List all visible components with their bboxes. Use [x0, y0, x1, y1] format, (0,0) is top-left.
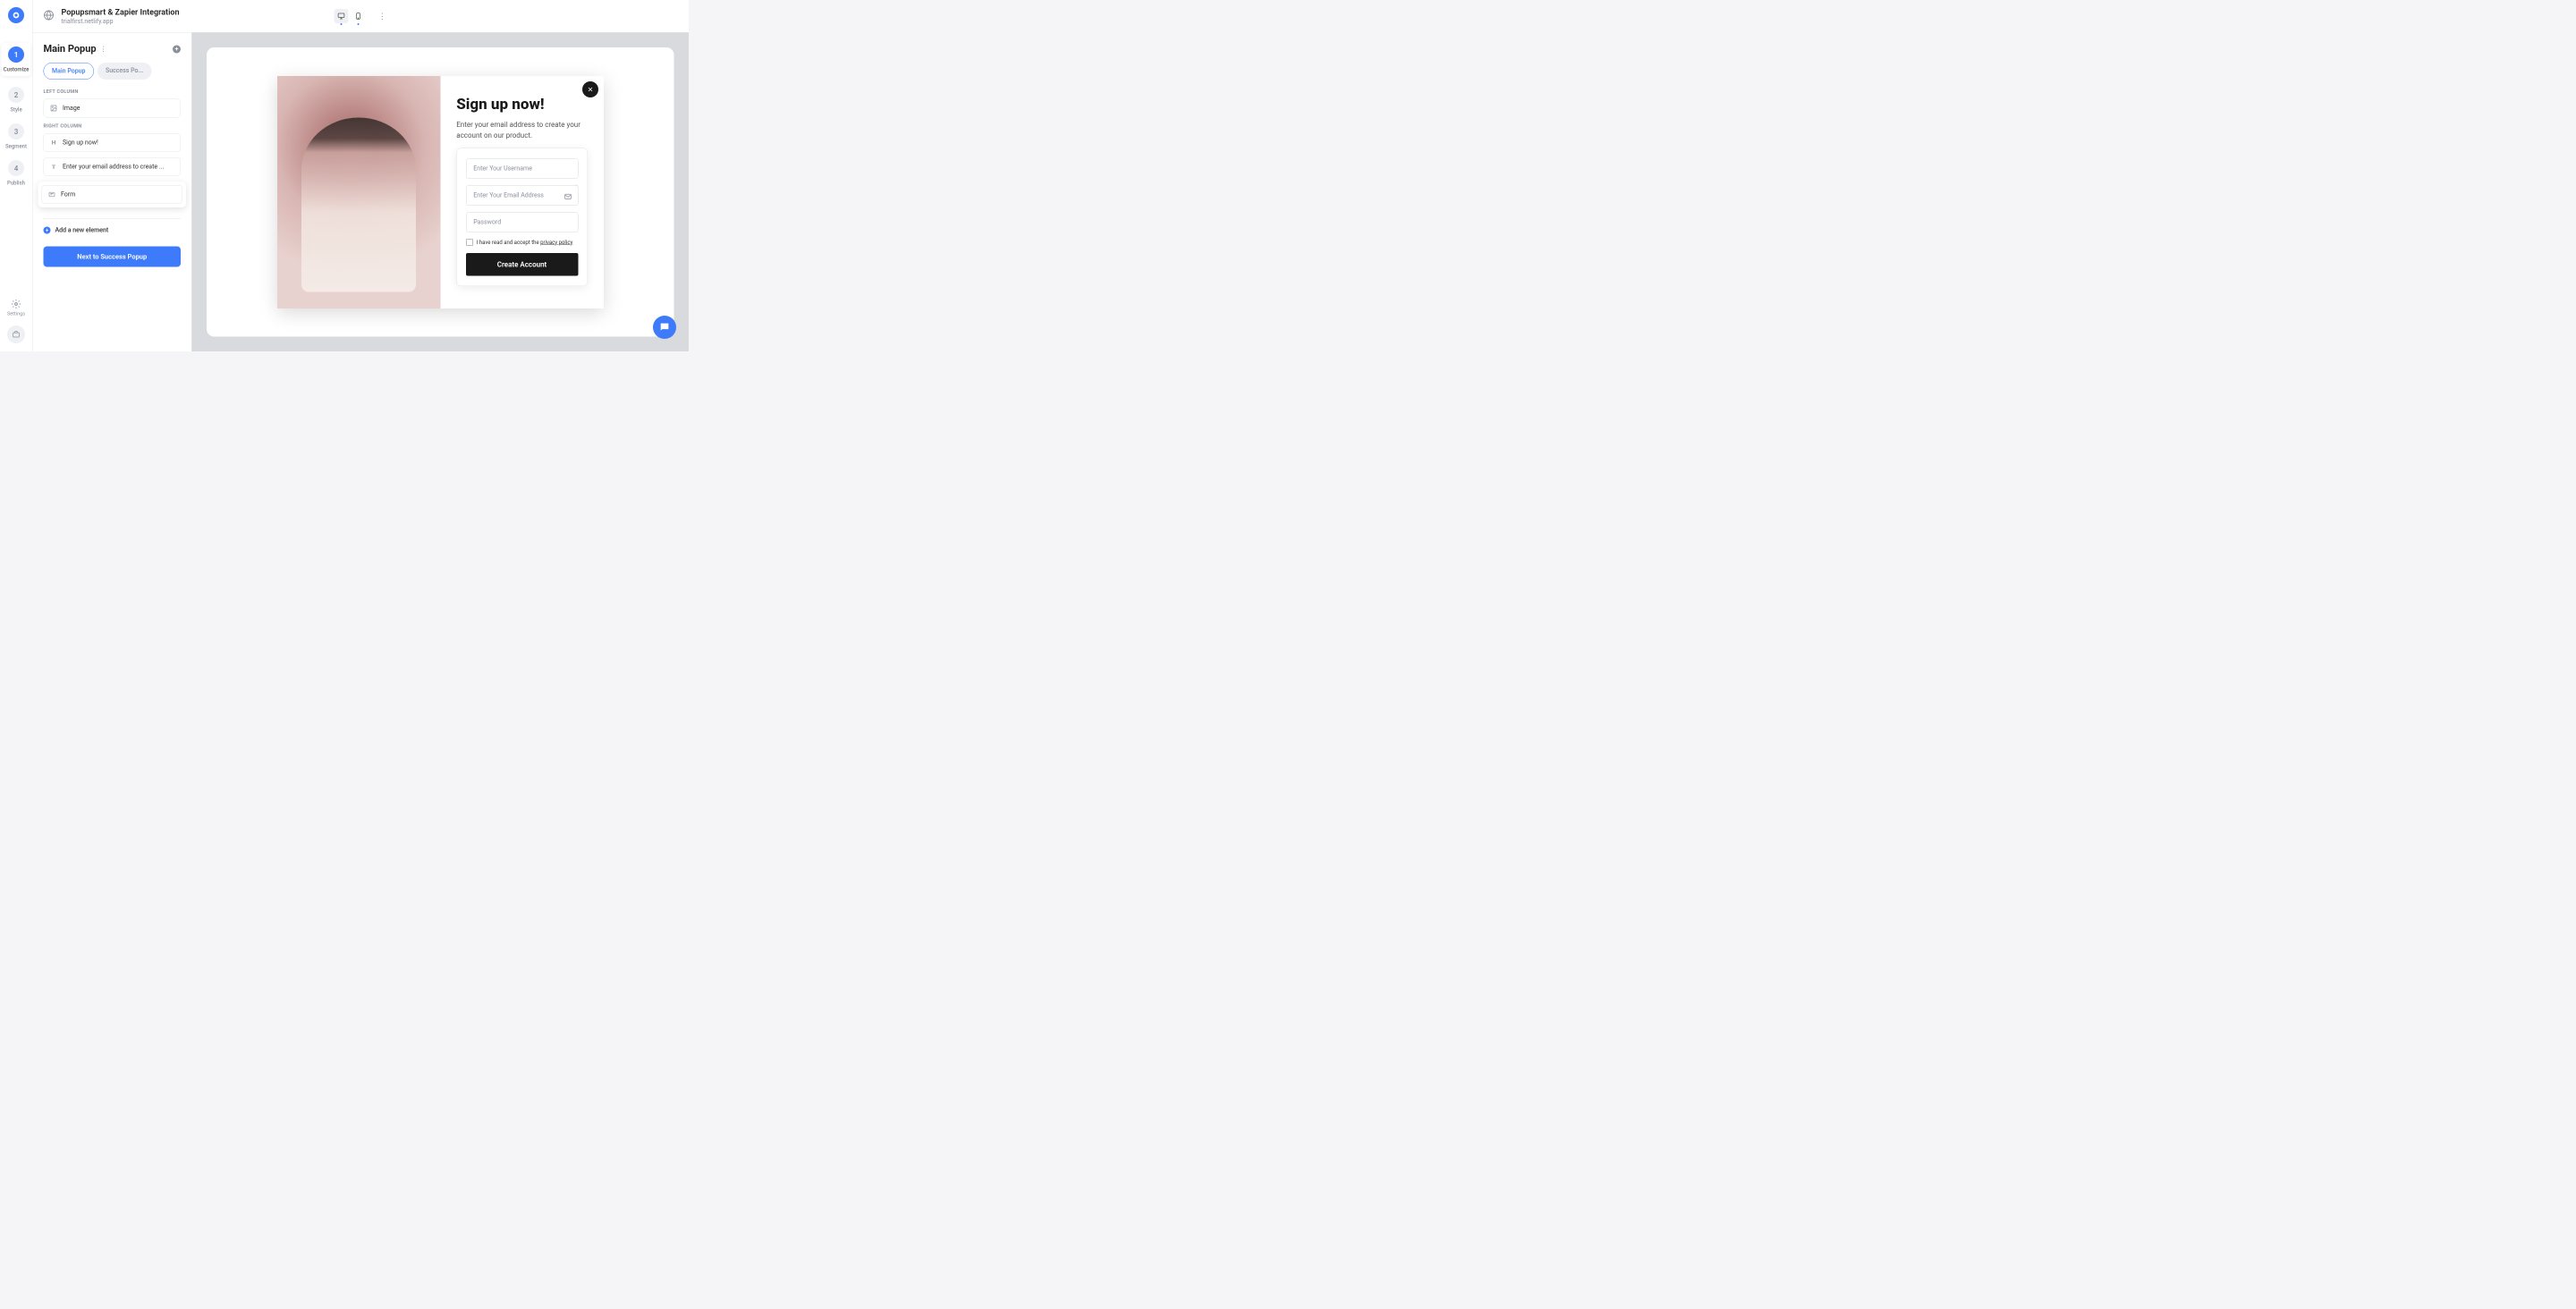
left-column-label: LEFT COLUMN	[44, 89, 182, 95]
step-customize[interactable]: 1 Customize	[2, 43, 31, 76]
globe-button[interactable]	[44, 10, 55, 22]
chat-icon	[659, 322, 671, 334]
popup-subheading: Enter your email address to create your …	[456, 119, 588, 140]
step-4-label: Publish	[7, 180, 25, 186]
panel-more-icon[interactable]: ⋮	[100, 45, 107, 54]
globe-icon	[44, 10, 55, 21]
element-form-label: Form	[61, 191, 75, 198]
briefcase-icon	[12, 331, 20, 339]
add-element-label: Add a new element	[55, 227, 109, 234]
header-more-button[interactable]: ⋮	[377, 12, 387, 21]
close-icon	[587, 86, 594, 93]
popup-heading: Sign up now!	[456, 96, 588, 114]
mobile-icon	[354, 13, 362, 21]
step-1-badge: 1	[8, 46, 24, 63]
element-image-label: Image	[63, 105, 80, 112]
privacy-label: I have read and accept the privacy polic…	[477, 239, 573, 245]
preview-canvas: Sign up now! Enter your email address to…	[192, 33, 690, 352]
step-publish[interactable]: 4 Publish	[7, 160, 25, 186]
privacy-checkbox[interactable]	[466, 239, 473, 246]
element-text-label: Enter your email address to create ...	[63, 164, 164, 171]
email-input[interactable]	[466, 185, 579, 206]
page-title: Popupsmart & Zapier Integration	[62, 7, 180, 17]
settings-label: Settings	[7, 311, 25, 317]
privacy-link[interactable]: privacy policy	[540, 239, 572, 245]
next-button[interactable]: Next to Success Popup	[44, 247, 182, 267]
customize-panel: Main Popup ⋮ + Main Popup Success Po... …	[33, 33, 192, 352]
element-image[interactable]: Image	[44, 99, 182, 118]
step-segment[interactable]: 3 Segment	[5, 123, 27, 149]
logo-icon	[12, 11, 21, 20]
step-3-badge: 3	[8, 123, 24, 139]
popup-content-column: Sign up now! Enter your email address to…	[440, 76, 604, 308]
form-icon	[48, 191, 55, 198]
step-2-badge: 2	[8, 87, 24, 103]
page-subtitle: trialfirst.netlify.app	[62, 18, 180, 25]
settings-link[interactable]: Settings	[7, 300, 25, 317]
step-style[interactable]: 2 Style	[8, 87, 24, 113]
gear-icon	[11, 300, 21, 309]
tab-success-popup[interactable]: Success Po...	[97, 63, 151, 80]
step-4-badge: 4	[8, 160, 24, 176]
desktop-icon	[337, 13, 345, 21]
panel-title: Main Popup	[44, 44, 97, 55]
step-2-label: Style	[10, 106, 21, 113]
username-input[interactable]	[466, 158, 579, 179]
tab-main-popup[interactable]: Main Popup	[44, 63, 94, 80]
element-heading-label: Sign up now!	[63, 139, 98, 147]
canvas-frame: Sign up now! Enter your email address to…	[207, 47, 675, 338]
add-popup-button[interactable]: +	[173, 45, 181, 53]
text-icon: T	[50, 164, 57, 171]
heading-icon: H	[50, 139, 57, 147]
password-input[interactable]	[466, 212, 579, 232]
step-3-label: Segment	[5, 143, 27, 149]
submit-button[interactable]: Create Account	[466, 253, 579, 276]
image-icon	[50, 105, 57, 112]
plus-icon: +	[44, 227, 51, 234]
header: Popupsmart & Zapier Integration trialfir…	[33, 0, 690, 33]
mail-icon	[564, 192, 572, 202]
element-form[interactable]: Form	[42, 185, 183, 204]
briefcase-button[interactable]	[7, 325, 25, 343]
add-element-button[interactable]: + Add a new element	[44, 227, 182, 234]
popup-image-column	[277, 76, 441, 308]
popup-preview: Sign up now! Enter your email address to…	[277, 76, 604, 308]
desktop-view-button[interactable]	[334, 9, 348, 23]
chat-button[interactable]	[653, 316, 676, 339]
element-text[interactable]: T Enter your email address to create ...	[44, 157, 182, 176]
step-1-label: Customize	[4, 66, 30, 72]
sidebar: 1 Customize 2 Style 3 Segment 4 Publish …	[0, 0, 33, 351]
popup-close-button[interactable]	[582, 81, 598, 97]
app-logo[interactable]	[8, 7, 24, 23]
element-heading[interactable]: H Sign up now!	[44, 133, 182, 152]
right-column-label: RIGHT COLUMN	[44, 123, 182, 130]
mobile-view-button[interactable]	[351, 9, 365, 23]
popup-form-card: * I have read and accept the privacy pol…	[456, 148, 588, 286]
